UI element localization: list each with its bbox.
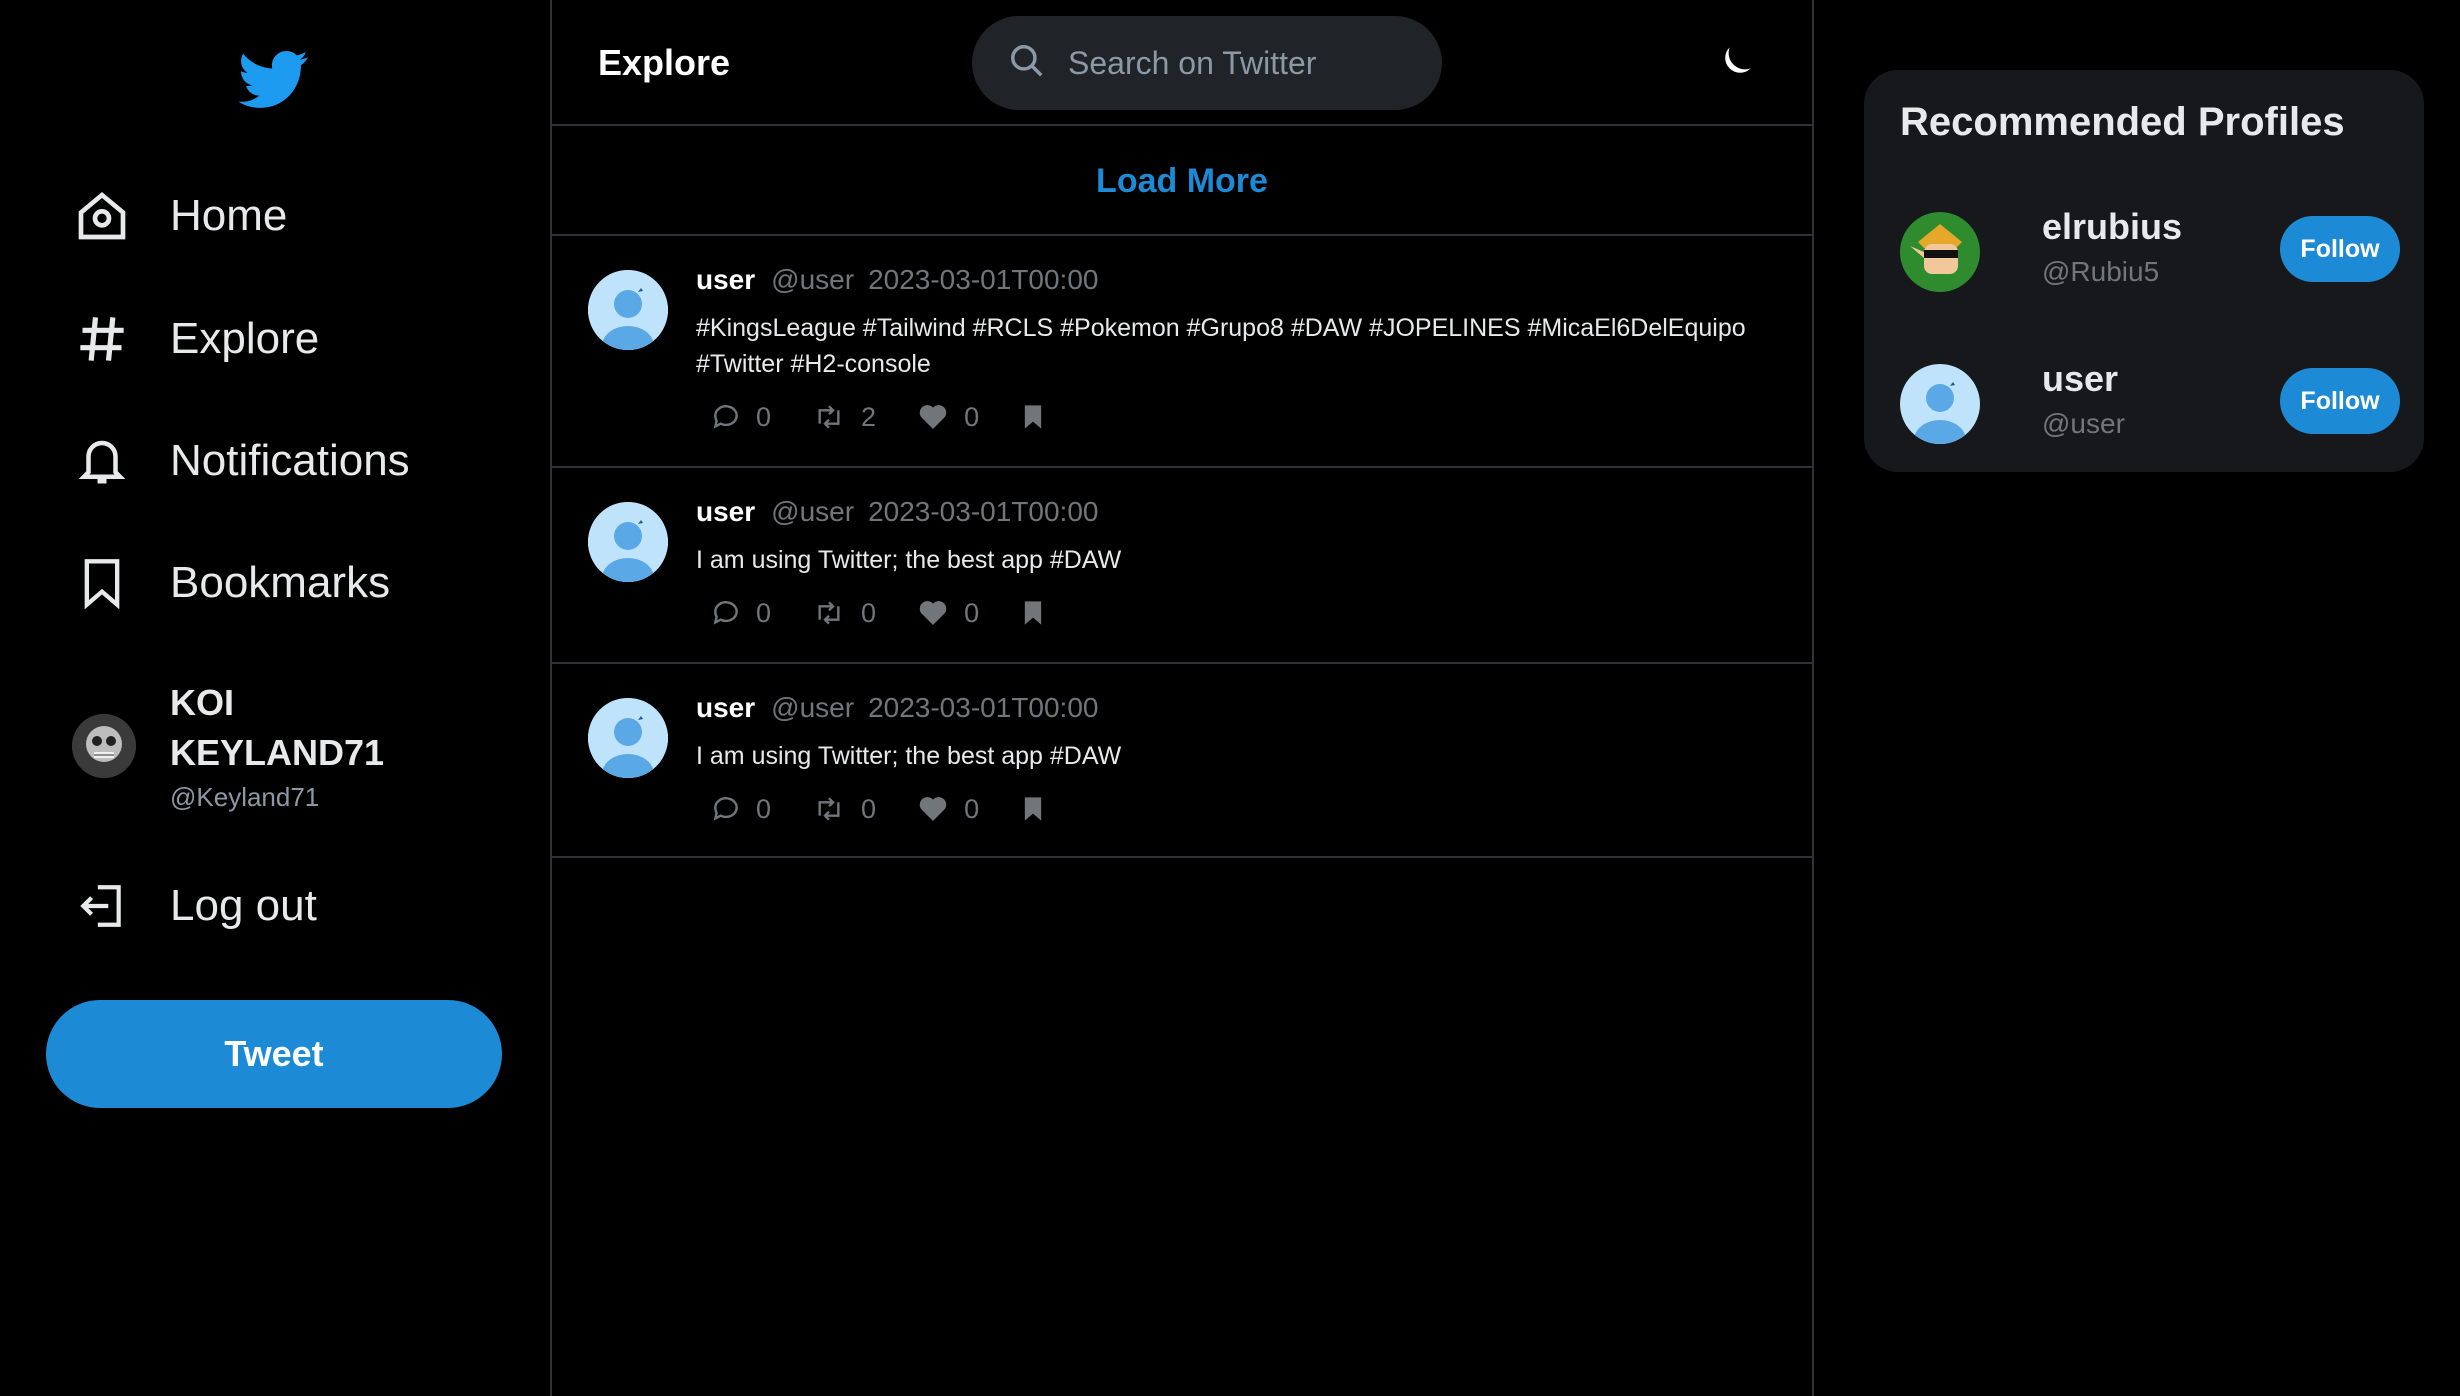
main-feed: Explore Load More user @user 2023-03-01T… — [552, 0, 1814, 1396]
bookmark-icon — [1024, 797, 1042, 821]
avatar[interactable] — [588, 698, 668, 778]
reply-button[interactable]: 0 — [710, 597, 771, 629]
sidebar-item-label: Explore — [170, 314, 320, 363]
dark-mode-toggle-moon-icon[interactable] — [1714, 40, 1758, 84]
hashtag-icon — [72, 309, 132, 369]
bookmark-icon — [72, 553, 132, 613]
retweet-icon — [818, 601, 840, 625]
recommended-title: Recommended Profiles — [1900, 100, 2345, 144]
sidebar-item-notifications[interactable]: Notifications — [72, 421, 410, 501]
heart-icon — [919, 797, 947, 821]
retweet-icon — [818, 797, 840, 821]
search-icon — [1008, 42, 1046, 85]
recommended-profile: elrubius @Rubiu5 Follow — [1900, 204, 2400, 294]
sidebar-item-explore[interactable]: Explore — [72, 299, 319, 379]
recommended-profiles-panel: Recommended Profiles elrubius @Rubiu5 Fo… — [1864, 70, 2424, 472]
logout-button[interactable]: Log out — [72, 866, 317, 946]
sidebar-item-label: Notifications — [170, 436, 410, 485]
tweet-date: 2023-03-01T00:00 — [868, 496, 1099, 527]
tweet-card[interactable]: user @user 2023-03-01T00:00 I am using T… — [552, 664, 1812, 858]
like-button[interactable]: 0 — [916, 793, 979, 825]
home-icon — [72, 186, 132, 246]
tweet-text: #KingsLeague #Tailwind #RCLS #Pokemon #G… — [696, 314, 1746, 378]
recommended-handle: @user — [2042, 408, 2125, 439]
sidebar-item-label: Home — [170, 191, 288, 240]
recommended-name[interactable]: elrubius — [2042, 206, 2182, 248]
sidebar-item-bookmarks[interactable]: Bookmarks — [72, 543, 390, 623]
tweet-handle: @user — [771, 264, 855, 295]
bookmark-button[interactable] — [1019, 792, 1061, 826]
like-button[interactable]: 0 — [916, 597, 979, 629]
like-count: 0 — [964, 401, 980, 432]
avatar[interactable] — [588, 270, 668, 350]
twitter-logo-icon[interactable] — [236, 44, 312, 114]
tweet-date: 2023-03-01T00:00 — [868, 264, 1099, 295]
retweet-count: 0 — [861, 597, 877, 628]
sidebar-item-home[interactable]: Home — [72, 176, 287, 256]
tweet-date: 2023-03-01T00:00 — [868, 692, 1099, 723]
like-button[interactable]: 0 — [916, 401, 979, 433]
reply-icon — [713, 797, 738, 821]
sidebar: Home Explore Notifications Bookmarks KOI… — [0, 0, 552, 1396]
bookmark-button[interactable] — [1019, 400, 1061, 434]
retweet-icon — [818, 405, 840, 429]
tweet-username[interactable]: user — [696, 692, 755, 724]
search-bar[interactable] — [972, 16, 1442, 110]
profile-handle: @Keyland71 — [170, 782, 320, 812]
bookmark-icon — [1024, 405, 1042, 429]
reply-icon — [713, 601, 738, 625]
retweet-button[interactable]: 0 — [811, 597, 876, 629]
sidebar-item-label: Bookmarks — [170, 558, 391, 607]
reply-button[interactable]: 0 — [710, 401, 771, 433]
logout-label: Log out — [170, 881, 317, 930]
heart-icon — [919, 405, 947, 429]
tweet-username[interactable]: user — [696, 496, 755, 528]
tweet-handle: @user — [771, 692, 855, 723]
profile-name: KOI KEYLAND71 — [170, 682, 385, 773]
like-count: 0 — [964, 597, 980, 628]
page-title: Explore — [598, 42, 731, 83]
heart-icon — [919, 601, 947, 625]
reply-button[interactable]: 0 — [710, 793, 771, 825]
recommended-name[interactable]: user — [2042, 358, 2118, 400]
bookmark-icon — [1024, 601, 1042, 625]
bookmark-button[interactable] — [1019, 596, 1061, 630]
tweet-card[interactable]: user @user 2023-03-01T00:00 #KingsLeague… — [552, 236, 1812, 468]
like-count: 0 — [964, 793, 980, 824]
follow-button[interactable]: Follow — [2280, 368, 2400, 434]
avatar[interactable] — [588, 502, 668, 582]
retweet-count: 2 — [861, 401, 877, 432]
follow-button[interactable]: Follow — [2280, 216, 2400, 282]
tweet-button[interactable]: Tweet — [46, 1000, 502, 1108]
tweet-text: I am using Twitter; the best app #DAW — [696, 546, 1122, 574]
reply-count: 0 — [756, 597, 772, 628]
topbar: Explore — [552, 0, 1812, 126]
recommended-handle: @Rubiu5 — [2042, 256, 2160, 287]
load-more-button[interactable]: Load More — [552, 128, 1812, 236]
reply-count: 0 — [756, 793, 772, 824]
tweet-text: I am using Twitter; the best app #DAW — [696, 742, 1122, 770]
tweet-username[interactable]: user — [696, 264, 755, 296]
logout-icon — [72, 876, 132, 936]
tweet-card[interactable]: user @user 2023-03-01T00:00 I am using T… — [552, 468, 1812, 664]
avatar — [72, 713, 136, 778]
search-input[interactable] — [1068, 44, 1408, 82]
retweet-button[interactable]: 2 — [811, 401, 876, 433]
avatar[interactable] — [1900, 364, 1980, 444]
avatar[interactable] — [1900, 212, 1980, 292]
recommended-profile: user @user Follow — [1900, 356, 2400, 446]
reply-icon — [713, 405, 738, 429]
bell-icon — [72, 431, 132, 491]
reply-count: 0 — [756, 401, 772, 432]
tweet-handle: @user — [771, 496, 855, 527]
retweet-count: 0 — [861, 793, 877, 824]
retweet-button[interactable]: 0 — [811, 793, 876, 825]
current-user-profile[interactable]: KOI KEYLAND71 @Keyland71 — [72, 678, 410, 813]
